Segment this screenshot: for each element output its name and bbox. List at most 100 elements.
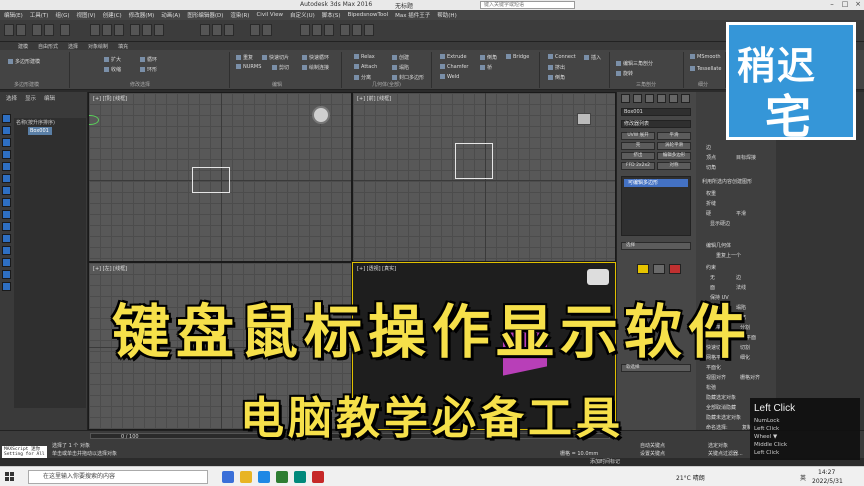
ribbon-button[interactable]: 创建 xyxy=(392,54,409,61)
filter-warps-icon[interactable] xyxy=(2,174,11,183)
file-explorer-icon[interactable] xyxy=(240,471,252,483)
panel-button[interactable]: 平滑 xyxy=(736,210,746,217)
modifier-button[interactable]: 壳 xyxy=(621,142,655,150)
panel-button[interactable]: 重复上一个 xyxy=(716,252,741,259)
ribbon-button[interactable]: 循环 xyxy=(140,56,157,63)
link-icon[interactable] xyxy=(32,24,42,36)
display-tab-icon[interactable] xyxy=(669,94,678,103)
filter-cameras-icon[interactable] xyxy=(2,150,11,159)
menu-item[interactable]: 编辑(E) xyxy=(4,11,23,19)
modifier-button[interactable]: 编辑多边形 xyxy=(657,152,691,160)
scene-tree-header[interactable]: 名称(按升序排序) xyxy=(14,118,86,127)
clock-time[interactable]: 14:27 xyxy=(818,469,835,476)
select-icon[interactable] xyxy=(90,24,100,36)
viewport-label[interactable]: [+] [左] [线框] xyxy=(93,265,127,272)
curve-editor-icon[interactable] xyxy=(300,24,310,36)
panel-button[interactable]: 切角 xyxy=(706,164,716,171)
filter-helpers-icon[interactable] xyxy=(2,162,11,171)
create-tab-icon[interactable] xyxy=(621,94,630,103)
menu-item[interactable]: 自定义(U) xyxy=(290,11,315,19)
redo-icon[interactable] xyxy=(16,24,26,36)
search-input[interactable]: 键入关键字或短语 xyxy=(480,1,575,9)
viewcube-icon[interactable] xyxy=(312,106,330,124)
minimize-icon[interactable]: – xyxy=(826,0,838,10)
modifier-stack-item[interactable]: 可编辑多边形 xyxy=(624,179,688,187)
task-view-icon[interactable] xyxy=(222,471,234,483)
render-setup-icon[interactable] xyxy=(340,24,350,36)
ribbon-button[interactable]: Chamfer xyxy=(440,64,469,70)
ribbon-button[interactable]: 桥 xyxy=(480,64,492,71)
modifier-button[interactable]: 涡轮平滑 xyxy=(657,142,691,150)
render-icon[interactable] xyxy=(364,24,374,36)
panel-button[interactable]: 利用所选内容创建图形 xyxy=(702,178,752,185)
modifier-button[interactable]: 平滑 xyxy=(657,132,691,140)
viewcube-icon[interactable] xyxy=(577,113,591,125)
key-filters-button[interactable]: 关键点过滤器... xyxy=(708,450,743,457)
maxscript-listener[interactable]: MAXScript 迷你 Setting for All xyxy=(2,446,47,458)
edge-icon[interactable] xyxy=(653,264,665,274)
ribbon-button[interactable]: NURMS xyxy=(236,64,261,70)
ribbon-tab[interactable]: 自由形式 xyxy=(38,43,58,50)
modifier-button[interactable]: UVW 展开 xyxy=(621,132,655,140)
weather-readout[interactable]: 21°C 晴朗 xyxy=(676,473,705,482)
hierarchy-tab-icon[interactable] xyxy=(645,94,654,103)
selection-rollout[interactable]: 选择 xyxy=(621,242,691,250)
filter-geometry-icon[interactable] xyxy=(2,114,11,123)
render-frame-icon[interactable] xyxy=(352,24,362,36)
panel-button[interactable]: 栅格对齐 xyxy=(740,374,760,381)
ribbon-tab[interactable]: 填充 xyxy=(118,43,128,50)
filter-shapes-icon[interactable] xyxy=(2,126,11,135)
ribbon-button[interactable]: Attach xyxy=(354,64,377,70)
menu-item[interactable]: Civil View xyxy=(256,12,282,18)
menu-item[interactable]: 创建(C) xyxy=(103,11,122,19)
windows-start-icon[interactable] xyxy=(5,472,15,482)
object-name-field[interactable]: Box001 xyxy=(621,108,691,116)
panel-button[interactable]: 视图对齐 xyxy=(706,374,726,381)
ribbon-button[interactable]: 倒角 xyxy=(548,74,565,81)
modifier-button[interactable]: 对称 xyxy=(657,162,691,170)
box-object[interactable] xyxy=(192,167,230,193)
ribbon-button[interactable]: 剪切 xyxy=(272,64,289,71)
viewport-front[interactable]: [+] [前] [线框] xyxy=(352,92,616,262)
filter-groups-icon[interactable] xyxy=(2,186,11,195)
filter-none-icon[interactable] xyxy=(2,270,11,279)
unlink-icon[interactable] xyxy=(44,24,54,36)
ribbon-button[interactable]: Relax xyxy=(354,54,375,60)
viewcube-icon[interactable] xyxy=(587,269,609,285)
ribbon-button[interactable]: 收缩 xyxy=(104,66,121,73)
vertex-icon[interactable] xyxy=(637,264,649,274)
utilities-tab-icon[interactable] xyxy=(681,94,690,103)
ribbon-button[interactable]: 重复 xyxy=(236,54,253,61)
viewport-label[interactable]: [+] [前] [线框] xyxy=(357,95,391,102)
angle-snap-icon[interactable] xyxy=(212,24,222,36)
panel-checkbox[interactable]: 显示硬边 xyxy=(710,220,730,227)
snap-icon[interactable] xyxy=(200,24,210,36)
modify-tab-icon[interactable] xyxy=(633,94,642,103)
ribbon-button[interactable]: 绘制连接 xyxy=(302,64,329,71)
filter-hidden-icon[interactable] xyxy=(2,246,11,255)
border-icon[interactable] xyxy=(669,264,681,274)
scene-tab-edit[interactable]: 编辑 xyxy=(44,94,55,102)
3ds-max-icon[interactable] xyxy=(294,471,306,483)
ribbon-button[interactable]: 分离 xyxy=(354,74,371,81)
scale-icon[interactable] xyxy=(154,24,164,36)
filter-containers-icon[interactable] xyxy=(2,222,11,231)
ribbon-button[interactable]: 环形 xyxy=(140,66,157,73)
ribbon-button[interactable]: Extrude xyxy=(440,54,467,60)
app-icon[interactable] xyxy=(312,471,324,483)
ribbon-button[interactable]: 旋转 xyxy=(616,70,633,77)
motion-tab-icon[interactable] xyxy=(657,94,666,103)
ribbon-button[interactable]: 倒角 xyxy=(480,54,497,61)
filter-xrefs-icon[interactable] xyxy=(2,198,11,207)
ribbon-button[interactable]: Connect xyxy=(548,54,576,60)
ribbon-tab[interactable]: 选择 xyxy=(68,43,78,50)
panel-button[interactable]: 顶点 xyxy=(706,154,716,161)
scene-tree-item[interactable]: Box001 xyxy=(28,127,52,135)
menu-item[interactable]: Max 插件王子 xyxy=(395,11,430,19)
ribbon-button[interactable]: 快速循环 xyxy=(302,54,329,61)
panel-radio[interactable]: 边 xyxy=(736,274,741,281)
box-object[interactable] xyxy=(455,143,493,179)
edge-browser-icon[interactable] xyxy=(258,471,270,483)
menu-item[interactable]: 视图(V) xyxy=(77,11,96,19)
modifier-button[interactable]: 挤出 xyxy=(621,152,655,160)
